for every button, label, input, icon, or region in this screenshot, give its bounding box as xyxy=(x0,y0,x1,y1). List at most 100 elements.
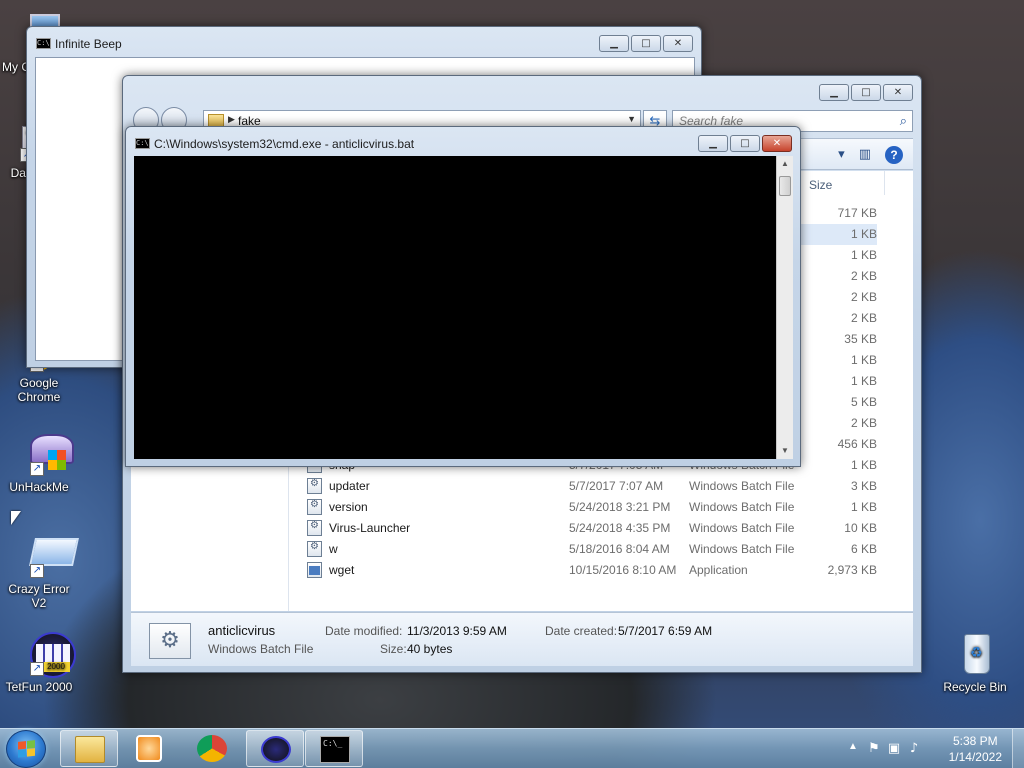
taskbar-item-cmd[interactable]: C:\_ xyxy=(305,730,363,767)
file-name: Virus-Launcher xyxy=(329,521,411,535)
unhackme-icon: ↗ xyxy=(16,432,74,478)
file-size: 1 KB xyxy=(850,458,877,472)
breadcrumb-separator-icon: ▶ xyxy=(228,114,235,124)
show-hidden-icons-icon[interactable]: ▲ xyxy=(848,741,858,752)
date-modified-value: 11/3/2013 9:59 AM xyxy=(407,624,507,638)
window-title: C:\Windows\system32\cmd.exe - anticlicvi… xyxy=(154,137,415,151)
size-cell: 1 KB xyxy=(791,224,877,245)
desktop-icon-unhackme[interactable]: ↗ UnHackMe xyxy=(0,432,78,494)
details-pane: ⚙ anticlicvirus Windows Batch File Date … xyxy=(131,612,913,666)
desktop-icon-label: TetFun 2000 xyxy=(5,680,73,694)
column-header-size[interactable]: Size xyxy=(807,171,887,197)
file-size: 10 KB xyxy=(844,521,877,535)
file-name: updater xyxy=(329,479,370,493)
file-size: 2,973 KB xyxy=(827,563,877,577)
desktop-icon-crazy-error[interactable]: ↗ Crazy Error V2 xyxy=(0,534,79,610)
file-row[interactable]: wget 10/15/2016 8:10 AM Application 2,97… xyxy=(301,560,901,581)
file-date: 5/18/2016 8:04 AM xyxy=(569,542,670,556)
size-cell: 5 KB xyxy=(850,395,877,409)
size-cell: 456 KB xyxy=(837,437,877,451)
close-button[interactable]: ✕ xyxy=(883,84,913,101)
taskbar-item-explorer[interactable] xyxy=(60,730,118,767)
action-center-flag-icon[interactable]: ⚑ xyxy=(866,741,882,757)
size-cell: 35 KB xyxy=(844,332,877,346)
details-file-name: anticlicvirus xyxy=(208,623,276,638)
show-desktop-button[interactable] xyxy=(1012,729,1024,768)
cmd-icon: C:\ xyxy=(135,138,150,149)
close-button[interactable]: ✕ xyxy=(762,135,792,152)
vertical-scrollbar[interactable]: ▲ ▼ xyxy=(776,156,793,459)
desktop-icon-recycle-bin[interactable]: ♻ Recycle Bin xyxy=(936,632,1014,694)
file-type: Windows Batch File xyxy=(689,479,795,493)
desktop-icon-label: Recycle Bin xyxy=(943,680,1007,694)
window-controls: ▁ □ ✕ xyxy=(698,135,792,152)
search-icon[interactable]: ⌕ xyxy=(900,113,907,129)
view-options-icon[interactable]: ▾ xyxy=(838,146,845,164)
maximize-button[interactable]: □ xyxy=(631,35,661,52)
explorer-icon xyxy=(75,736,105,763)
mouse-cursor-icon xyxy=(11,511,21,525)
file-date: 5/24/2018 3:21 PM xyxy=(569,500,671,514)
size-value: 40 bytes xyxy=(407,642,453,656)
size-cell: 2 KB xyxy=(850,416,877,430)
chrome-icon xyxy=(197,735,227,762)
date-modified-label: Date modified: xyxy=(325,624,403,638)
file-row[interactable]: version 5/24/2018 3:21 PM Windows Batch … xyxy=(301,497,901,518)
size-cell: 2 KB xyxy=(850,269,877,283)
minimize-button[interactable]: ▁ xyxy=(599,35,629,52)
size-cell: 1 KB xyxy=(850,353,877,367)
application-icon xyxy=(307,562,322,578)
clock[interactable]: 5:38 PM 1/14/2022 xyxy=(949,733,1002,765)
desktop-icon-tetfun[interactable]: 2000 ↗ TetFun 2000 xyxy=(0,632,78,694)
file-row[interactable]: updater 5/7/2017 7:07 AM Windows Batch F… xyxy=(301,476,901,497)
file-size: 3 KB xyxy=(850,479,877,493)
batch-file-icon xyxy=(307,499,322,515)
date-created-label: Date created: xyxy=(545,624,618,638)
cmd-window[interactable]: C:\ C:\Windows\system32\cmd.exe - anticl… xyxy=(125,126,801,467)
console-output[interactable] xyxy=(134,156,776,459)
taskbar-item-media-player[interactable] xyxy=(120,730,178,767)
size-cell: 2 KB xyxy=(850,290,877,304)
file-name: version xyxy=(329,500,368,514)
recycle-bin-icon: ♻ xyxy=(952,632,998,678)
help-icon[interactable]: ? xyxy=(885,146,903,164)
file-name: wget xyxy=(329,563,355,577)
network-icon[interactable]: ▣ xyxy=(886,741,902,757)
file-row[interactable]: Virus-Launcher 5/24/2018 4:35 PM Windows… xyxy=(301,518,901,539)
batch-file-icon xyxy=(307,478,322,494)
batch-file-icon: ⚙ xyxy=(149,623,191,659)
maximize-button[interactable]: □ xyxy=(730,135,760,152)
minimize-button[interactable]: ▁ xyxy=(819,84,849,101)
preview-pane-icon[interactable]: ▥ xyxy=(859,146,871,164)
tetfun-icon: 2000 ↗ xyxy=(16,632,76,678)
size-label: Size: xyxy=(380,642,407,656)
scroll-down-icon[interactable]: ▼ xyxy=(777,443,793,459)
volume-icon[interactable]: ♪ xyxy=(906,741,922,757)
size-cell: 717 KB xyxy=(837,206,877,220)
scrollbar-thumb[interactable] xyxy=(779,176,791,196)
maximize-button[interactable]: □ xyxy=(851,84,881,101)
desktop-icon-label: UnHackMe xyxy=(9,480,69,494)
desktop-icon-label: Google Chrome xyxy=(17,376,61,404)
minimize-button[interactable]: ▁ xyxy=(698,135,728,152)
desktop-icon-label: Crazy Error V2 xyxy=(8,582,70,610)
file-row[interactable]: w 5/18/2016 8:04 AM Windows Batch File 6… xyxy=(301,539,901,560)
taskbar-item-tetfun[interactable] xyxy=(246,730,304,767)
start-button[interactable] xyxy=(6,730,46,768)
batch-file-icon xyxy=(307,520,322,536)
clock-date: 1/14/2022 xyxy=(948,750,1002,764)
cmd-icon: C:\ xyxy=(36,38,51,49)
date-created-value: 5/7/2017 6:59 AM xyxy=(618,624,713,638)
file-type: Windows Batch File xyxy=(689,500,795,514)
taskbar-item-chrome[interactable] xyxy=(183,730,241,767)
scroll-up-icon[interactable]: ▲ xyxy=(777,156,793,172)
file-type: Application xyxy=(689,563,748,577)
size-cell: 2 KB xyxy=(850,311,877,325)
details-file-type: Windows Batch File xyxy=(208,642,314,656)
chevron-down-icon[interactable]: ▼ xyxy=(627,114,636,124)
taskbar: C:\_ ▲ ⚑ ▣ ♪ 5:38 PM 1/14/2022 xyxy=(0,728,1024,768)
file-type: Windows Batch File xyxy=(689,521,795,535)
close-button[interactable]: ✕ xyxy=(663,35,693,52)
batch-file-icon xyxy=(307,541,322,557)
size-cell: 1 KB xyxy=(850,248,877,262)
